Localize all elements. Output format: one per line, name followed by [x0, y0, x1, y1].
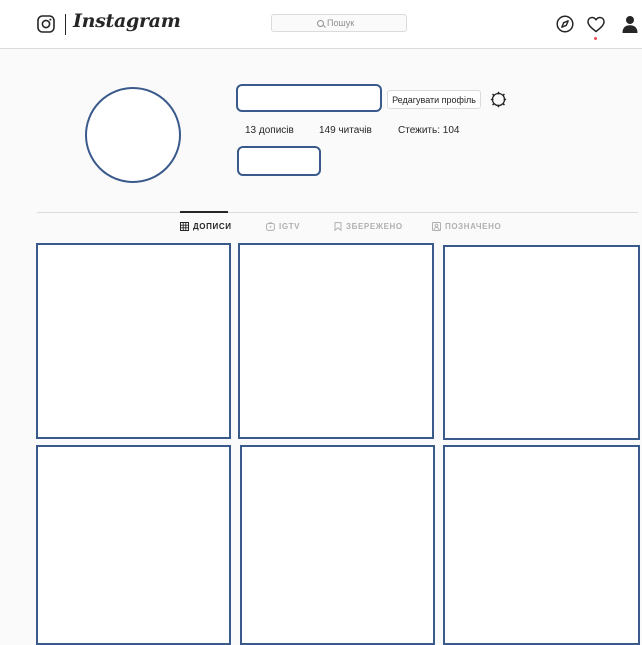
tagged-icon	[432, 222, 441, 231]
profile-person-icon[interactable]	[622, 15, 638, 33]
igtv-icon	[266, 222, 275, 231]
tabs-divider	[37, 212, 638, 213]
tab-posts[interactable]: ДОПИСИ	[180, 222, 232, 231]
activity-heart-icon[interactable]	[587, 16, 605, 33]
tab-igtv[interactable]: IGTV	[266, 222, 300, 231]
post-tile[interactable]	[240, 445, 435, 645]
instagram-camera-icon[interactable]	[37, 15, 55, 33]
full-name-placeholder	[237, 146, 321, 176]
top-navigation-bar: Instagram	[0, 0, 642, 49]
following-count[interactable]: Стежить: 104	[398, 125, 459, 136]
followers-count[interactable]: 149 читачів	[319, 125, 372, 136]
profile-avatar[interactable]	[85, 87, 181, 183]
post-tile[interactable]	[238, 243, 434, 439]
search-icon	[317, 19, 324, 27]
tab-saved[interactable]: ЗБЕРЕЖЕНО	[334, 222, 403, 231]
grid-icon	[180, 222, 189, 231]
search-box[interactable]	[271, 14, 407, 32]
logo-separator	[65, 14, 66, 35]
instagram-wordmark[interactable]: Instagram	[73, 10, 181, 32]
edit-profile-button[interactable]: Редагувати профіль	[387, 90, 481, 109]
settings-gear-icon[interactable]	[490, 91, 507, 108]
tab-posts-label: ДОПИСИ	[193, 222, 232, 231]
bookmark-icon	[334, 222, 342, 231]
post-tile[interactable]	[443, 445, 640, 645]
post-tile[interactable]	[443, 245, 640, 440]
username-placeholder	[236, 84, 382, 112]
notification-dot	[594, 37, 597, 40]
tab-saved-label: ЗБЕРЕЖЕНО	[346, 222, 403, 231]
search-input[interactable]	[327, 18, 361, 28]
post-tile[interactable]	[36, 445, 231, 645]
explore-compass-icon[interactable]	[556, 15, 574, 33]
tab-tagged[interactable]: ПОЗНАЧЕНО	[432, 222, 501, 231]
tab-igtv-label: IGTV	[279, 222, 301, 231]
tab-tagged-label: ПОЗНАЧЕНО	[445, 222, 502, 231]
post-tile[interactable]	[36, 243, 231, 439]
posts-count: 13 дописів	[245, 125, 294, 136]
active-tab-indicator	[180, 211, 228, 213]
